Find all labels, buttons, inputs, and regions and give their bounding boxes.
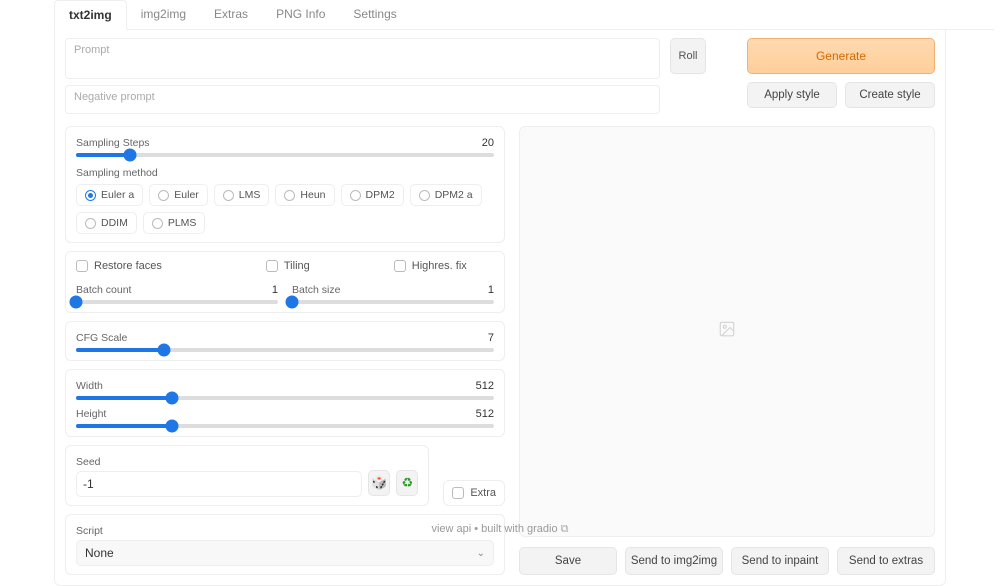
chevron-down-icon: ⌄ <box>477 548 485 559</box>
send-to-inpaint-button[interactable]: Send to inpaint <box>731 547 829 575</box>
tab-settings[interactable]: Settings <box>339 0 410 29</box>
tab-png-info[interactable]: PNG Info <box>262 0 339 29</box>
script-select[interactable]: None ⌄ <box>76 540 494 566</box>
negative-prompt-input[interactable]: Negative prompt <box>65 85 660 114</box>
generate-button[interactable]: Generate <box>747 38 935 74</box>
batch-count-slider[interactable]: Batch count1 <box>76 284 278 304</box>
recycle-icon: ♻ <box>402 475 414 491</box>
view-api-link[interactable]: view api <box>431 523 471 535</box>
sampler-euler-a[interactable]: Euler a <box>76 184 143 206</box>
sampler-dpm2[interactable]: DPM2 <box>341 184 404 206</box>
seed-label: Seed <box>76 456 101 468</box>
width-slider[interactable]: Width512 <box>76 380 494 400</box>
sampler-ddim[interactable]: DDIM <box>76 212 137 234</box>
apply-style-button[interactable]: Apply style <box>747 82 837 108</box>
sampler-dpm2a[interactable]: DPM2 a <box>410 184 482 206</box>
dice-button[interactable]: 🎲 <box>368 470 390 496</box>
height-slider[interactable]: Height512 <box>76 408 494 428</box>
sampling-method-label: Sampling method <box>76 167 158 179</box>
tiling-checkbox[interactable]: Tiling <box>266 260 310 272</box>
tab-img2img[interactable]: img2img <box>127 0 200 29</box>
sampling-steps-slider[interactable]: Sampling Steps 20 <box>76 137 494 157</box>
built-with-label: built with gradio <box>481 523 557 535</box>
sampler-heun[interactable]: Heun <box>275 184 334 206</box>
restore-faces-checkbox[interactable]: Restore faces <box>76 260 162 272</box>
send-to-img2img-button[interactable]: Send to img2img <box>625 547 723 575</box>
sampler-plms[interactable]: PLMS <box>143 212 206 234</box>
batch-size-slider[interactable]: Batch size1 <box>292 284 494 304</box>
output-preview <box>519 126 935 537</box>
sampler-euler[interactable]: Euler <box>149 184 208 206</box>
tab-txt2img[interactable]: txt2img <box>54 0 127 30</box>
sampler-lms[interactable]: LMS <box>214 184 270 206</box>
seed-input[interactable] <box>76 471 362 497</box>
highres-fix-checkbox[interactable]: Highres. fix <box>394 260 467 272</box>
prompt-input[interactable]: Prompt <box>65 38 660 79</box>
gradio-logo-icon: ⧉ <box>561 523 569 535</box>
send-to-extras-button[interactable]: Send to extras <box>837 547 935 575</box>
image-placeholder-icon <box>718 320 736 343</box>
recycle-button[interactable]: ♻ <box>396 470 418 496</box>
extra-checkbox[interactable]: Extra <box>452 487 496 499</box>
roll-button[interactable]: Roll <box>670 38 706 74</box>
create-style-button[interactable]: Create style <box>845 82 935 108</box>
dice-icon: 🎲 <box>371 475 387 491</box>
tab-extras[interactable]: Extras <box>200 0 262 29</box>
footer: view api • built with gradio ⧉ <box>0 523 1000 536</box>
save-button[interactable]: Save <box>519 547 617 575</box>
cfg-scale-slider[interactable]: CFG Scale7 <box>76 332 494 352</box>
